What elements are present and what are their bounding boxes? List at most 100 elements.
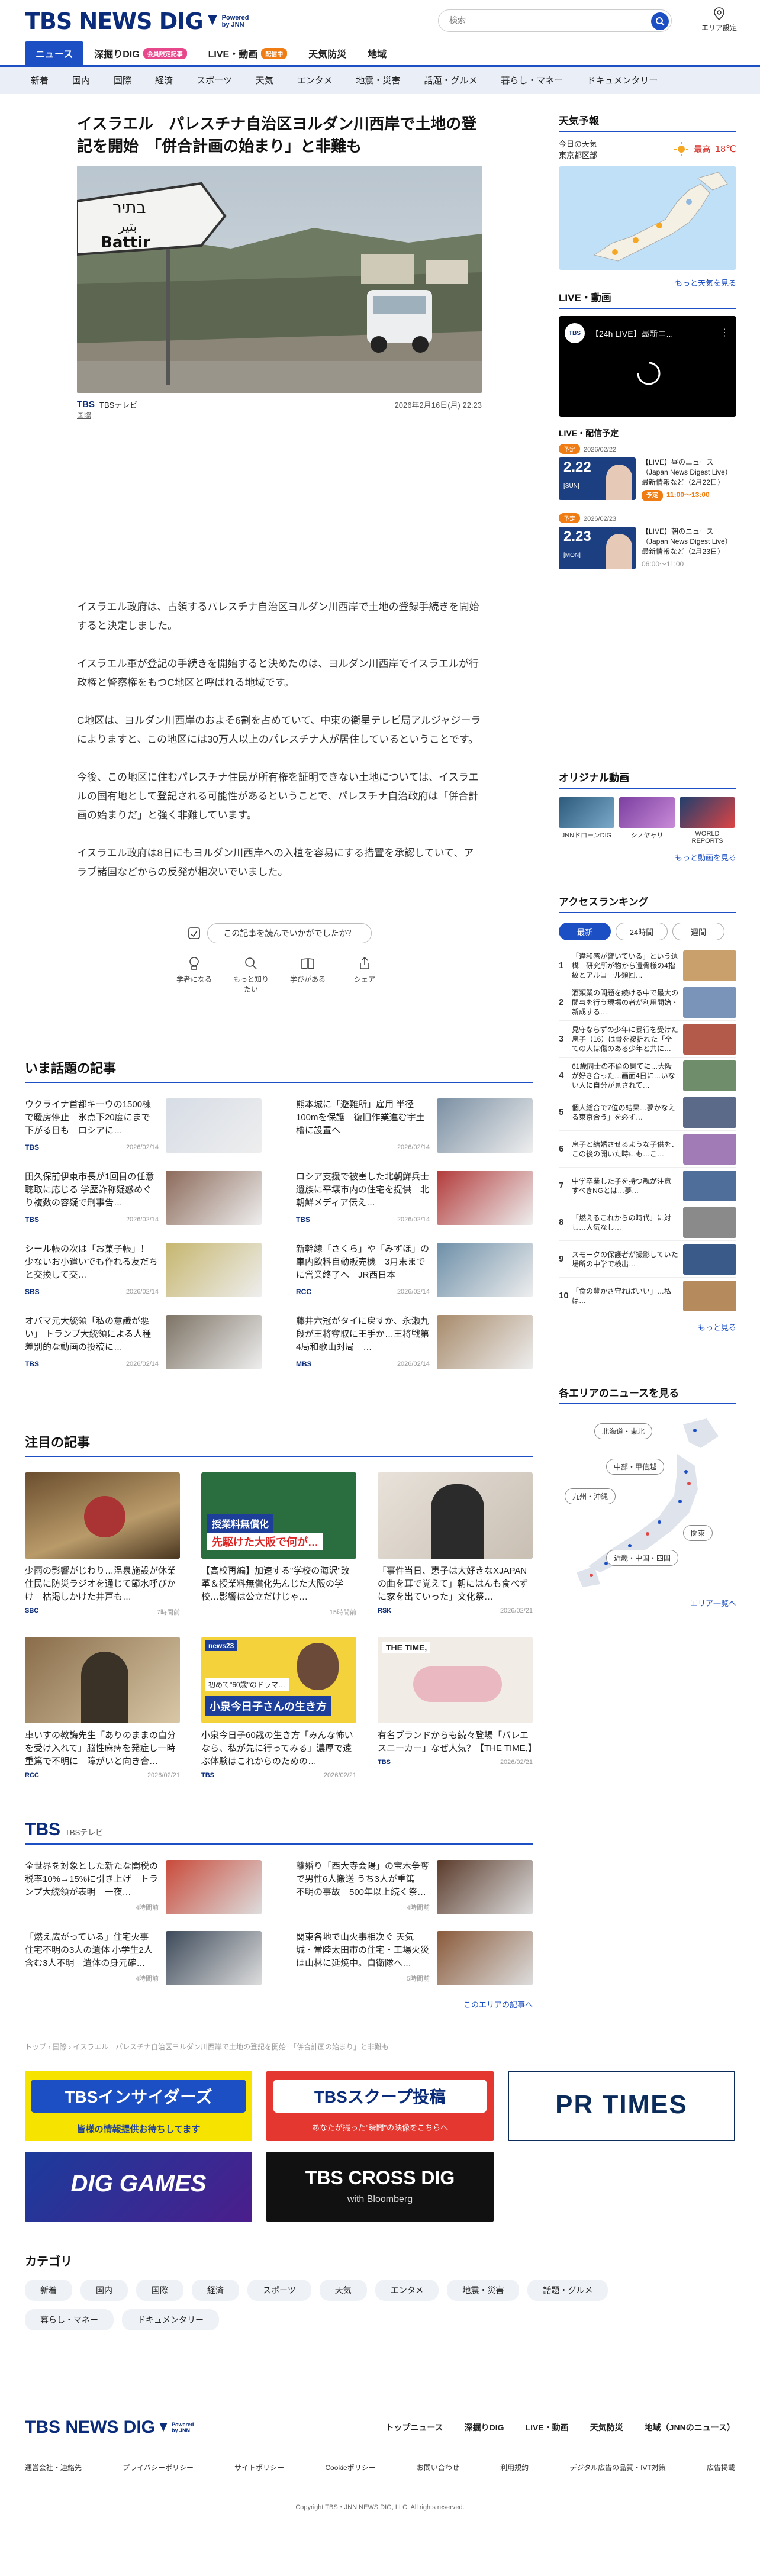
prtimes-banner[interactable]: PR TIMES (508, 2071, 735, 2141)
footer-nav-item[interactable]: 深掘りDIG (465, 2422, 504, 2433)
ranking-item[interactable]: 6 息子と結婚させるような子供を、この後の開いた時にも…こ… (559, 1131, 736, 1168)
area-kanto[interactable]: 関東 (683, 1525, 713, 1541)
cat-life[interactable]: 暮らし・マネー (489, 74, 575, 86)
feedback-question[interactable]: この記事を読んでいかがでしたか？ (207, 923, 372, 943)
topic-card[interactable]: 熊本城に「避難所」雇用 半径100mを保護 復旧作業進む宇土櫓に設置へ 2026/… (296, 1098, 533, 1154)
schedule-item[interactable]: 予定 2026/02/23 2.23 [MON] 【LIVE】朝のニュース（Jap… (559, 513, 736, 569)
feedback-study-button[interactable]: 学びがある (290, 956, 326, 994)
area-hokkaido-tohoku[interactable]: 北海道・東北 (594, 1423, 653, 1439)
footer-nav-item[interactable]: LIVE・動画 (526, 2422, 569, 2433)
search-button[interactable] (651, 12, 669, 30)
footer-logo[interactable]: TBS NEWS DIG Powered by JNN (25, 2417, 194, 2438)
cat-sports[interactable]: スポーツ (185, 74, 244, 86)
topic-card[interactable]: ロシア支援で被害した北朝鮮兵士遺族に平壌市内の住宅を提供 北朝鮮メディア伝え… T… (296, 1171, 533, 1226)
featured-card[interactable]: 授業料無償化 先駆けた大阪で何が… 【高校再編】加速する"学校の海沢"改革＆授業… (201, 1472, 356, 1617)
featured-card[interactable]: 「事件当日、恵子は大好きなXJAPANの曲を耳で覚えて」朝にはんも食べずに家を出… (378, 1472, 533, 1617)
featured-card[interactable]: 車いすの教誨先生「ありのままの自分を受け入れて」脳性麻痺を発症し一時重篤で不明に… (25, 1637, 180, 1779)
footer-link[interactable]: 利用規約 (500, 2462, 529, 2472)
video-more-link[interactable]: もっと動画を見る (559, 852, 736, 863)
nav-region[interactable]: 地域 (357, 41, 397, 65)
ranking-item[interactable]: 7 中学卒業した子を持つ親が注意すべきNGとは…夢… (559, 1168, 736, 1204)
cat-new[interactable]: 新着 (19, 74, 60, 86)
dig-games-banner[interactable]: DIG GAMES (25, 2152, 252, 2222)
feedback-more-button[interactable]: もっと知りたい (233, 956, 269, 994)
cat-domestic[interactable]: 国内 (60, 74, 102, 86)
topic-card[interactable]: 田久保前伊東市長が1回目の任意聴取に応じる 学歴詐称疑惑めぐり複数の容疑で刑事告… (25, 1171, 262, 1226)
search-input[interactable] (449, 15, 639, 25)
ranking-item[interactable]: 4 61歳同士の不倫の果てに…大阪が好き合った…画面4日に…いない人に自分が見され… (559, 1058, 736, 1094)
tbs-card[interactable]: 関東各地で山火事相次ぐ 天気城・常陸太田市の住宅・工場火災は山林に延焼中。自衛隊… (296, 1931, 533, 1985)
category-chip[interactable]: 暮らし・マネー (25, 2309, 114, 2330)
topic-card[interactable]: シール帳の次は「お菓子帳」！ 少ないお小遣いでも作れる友だちと交換して交… SBS… (25, 1243, 262, 1298)
category-chip[interactable]: 国内 (80, 2280, 128, 2301)
topic-card[interactable]: オバマ元大統領「私の意識が悪い」 トランプ大統領による人種差別的な動画の投稿に…… (25, 1315, 262, 1371)
more-vert-icon[interactable]: ⋮ (720, 327, 729, 338)
tbs-more-link[interactable]: このエリアの記事へ (25, 1998, 533, 2010)
footer-link[interactable]: 運営会社・連絡先 (25, 2462, 82, 2472)
site-logo[interactable]: TBS NEWS DIG Powered by JNN (25, 8, 249, 34)
cat-documentary[interactable]: ドキュメンタリー (575, 74, 669, 86)
area-more-link[interactable]: エリア一覧へ (559, 1597, 736, 1608)
footer-link[interactable]: サイトポリシー (234, 2462, 284, 2472)
article-tag[interactable]: 国際 (77, 411, 91, 420)
category-chip[interactable]: 国際 (136, 2280, 183, 2301)
nav-live[interactable]: LIVE・動画 配信中 (198, 41, 298, 65)
schedule-item[interactable]: 予定 2026/02/22 2.22 [SUN] 【LIVE】昼のニュース（Jap… (559, 444, 736, 501)
category-chip[interactable]: 新着 (25, 2280, 72, 2301)
footer-link[interactable]: お問い合わせ (417, 2462, 459, 2472)
footer-link[interactable]: デジタル広告の品質・IVT対策 (569, 2462, 665, 2472)
tbs-card[interactable]: 全世界を対象とした新たな関税の税率10%→15%に引き上げ トランプ大統領が表明… (25, 1860, 262, 1914)
area-chubu[interactable]: 中部・甲信越 (606, 1459, 665, 1475)
nav-dig[interactable]: 深掘りDIG 会員限定記事 (83, 41, 197, 65)
category-chip[interactable]: スポーツ (247, 2280, 311, 2301)
crossdig-banner[interactable]: TBS CROSS DIG with Bloomberg (266, 2152, 494, 2222)
footer-link[interactable]: プライバシーポリシー (123, 2462, 194, 2472)
share-button[interactable]: シェア (347, 956, 382, 994)
original-video-item[interactable]: JNNドローンDIG (559, 797, 614, 844)
insiders-banner[interactable]: TBSインサイダーズ 皆様の情報提供お待ちしてます (25, 2071, 252, 2141)
ranking-tab-week[interactable]: 週間 (672, 923, 724, 940)
category-chip[interactable]: 経済 (192, 2280, 239, 2301)
category-chip[interactable]: 天気 (319, 2280, 367, 2301)
ranking-tab-latest[interactable]: 最新 (559, 923, 611, 940)
cat-international[interactable]: 国際 (102, 74, 143, 86)
ranking-item[interactable]: 1 「違和感が響いている」という遺構 研究所が物から遺骨様の4指紋とアルコール類回… (559, 947, 736, 984)
ranking-item[interactable]: 2 酒類業の問題を続ける中で最大の関与を行う現場の者が利用開始・新成する… (559, 984, 736, 1021)
featured-card[interactable]: 少雨の影響がじわり…温泉施設が休業 住民に防災ラジオを通じて節水呼びかけ 枯渇し… (25, 1472, 185, 1617)
weather-more-link[interactable]: もっと天気を見る (559, 277, 736, 288)
category-chip[interactable]: エンタメ (375, 2280, 439, 2301)
topic-card[interactable]: 藤井六冠がタイに戻すか、永瀬九段が王将奪取に王手か…王将戦第4局和歌山対局 … M… (296, 1315, 533, 1371)
topic-card[interactable]: 新幹線「さくら」や「みずほ」の車内飲料自動販売機 3月末までに営業終了へ JR西… (296, 1243, 533, 1298)
topic-card[interactable]: ウクライナ首都キーウの1500棟で暖房停止 氷点下20度にまで下がる日も ロシア… (25, 1098, 262, 1154)
original-video-item[interactable]: シノヤャリ (619, 797, 675, 844)
live-player[interactable]: TBS 【24h LIVE】最新ニ... ⋮ (559, 316, 736, 417)
category-chip[interactable]: 話題・グルメ (527, 2280, 608, 2301)
category-chip[interactable]: ドキュメンタリー (122, 2309, 219, 2330)
footer-link[interactable]: Cookieポリシー (325, 2462, 375, 2472)
footer-nav-item[interactable]: 地域（JNNのニュース） (645, 2422, 735, 2433)
footer-link[interactable]: 広告掲載 (707, 2462, 735, 2472)
area-setting-button[interactable]: エリア設定 (698, 7, 740, 33)
cat-entertainment[interactable]: エンタメ (285, 74, 344, 86)
cat-economy[interactable]: 経済 (143, 74, 185, 86)
cat-disaster[interactable]: 地震・災害 (344, 74, 412, 86)
category-chip[interactable]: 地震・災害 (447, 2280, 520, 2301)
footer-nav-item[interactable]: 天気防災 (590, 2422, 623, 2433)
ranking-item[interactable]: 8 「燃えるこれからの時代」に対し…人気なし… (559, 1204, 736, 1241)
ranking-tab-24h[interactable]: 24時間 (616, 923, 668, 940)
ranking-item[interactable]: 9 スモークの保護者が撮影していた場所の中学で検出… (559, 1241, 736, 1278)
area-kyushu[interactable]: 九州・沖縄 (565, 1488, 616, 1504)
ranking-item[interactable]: 10 「食の豊かさ守ればいい」…私は… (559, 1278, 736, 1314)
weather-widget[interactable]: 今日の天気 東京都区部 最高 18℃ もっと天気を見る (559, 138, 736, 288)
ranking-item[interactable]: 3 見守ならずの少年に暴行を受けた息子（16）は骨を複折れた「全ての人は傷のある少… (559, 1021, 736, 1058)
cat-gourmet[interactable]: 話題・グルメ (412, 74, 489, 86)
feedback-learn-button[interactable]: 学者になる (176, 956, 212, 994)
ranking-more-link[interactable]: もっと見る (559, 1321, 736, 1333)
tbs-card[interactable]: 「燃え広がっている」住宅火事 住宅不明の3人の遺体 小学生2人含む3人不明 遺体… (25, 1931, 262, 1985)
tbs-card[interactable]: 離婚り「西大寺会陽」の宝木争奪で男性6人搬送 うち3人が重篤 不明の事故 500… (296, 1860, 533, 1914)
footer-nav-item[interactable]: トップニュース (385, 2422, 443, 2433)
area-kinki[interactable]: 近畿・中国・四国 (606, 1550, 679, 1566)
original-video-item[interactable]: WORLD REPORTS (680, 797, 735, 844)
nav-news[interactable]: ニュース (25, 41, 84, 65)
ranking-item[interactable]: 5 個人総合で7位の結果…夢かなえる東京合う」を必ず… (559, 1094, 736, 1131)
